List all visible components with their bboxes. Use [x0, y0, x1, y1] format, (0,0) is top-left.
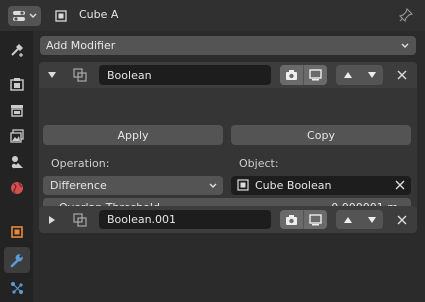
tab-world[interactable] — [4, 175, 30, 201]
properties-editor-icon — [13, 11, 25, 21]
move-up-button[interactable] — [336, 65, 359, 85]
viewport-toggle[interactable] — [304, 65, 327, 85]
particles-icon — [11, 282, 23, 294]
close-icon[interactable] — [397, 215, 407, 225]
move-down-button[interactable] — [360, 65, 383, 85]
viewport-toggle[interactable] — [304, 210, 327, 229]
move-up-button[interactable] — [336, 210, 359, 229]
move-down-button[interactable] — [360, 210, 383, 229]
properties-header: Cube A — [0, 0, 425, 31]
object-label: Object: — [239, 157, 279, 170]
tab-scene[interactable] — [4, 149, 30, 175]
copy-button[interactable]: Copy — [231, 125, 411, 145]
object-value: Cube Boolean — [255, 179, 332, 192]
render-toggle[interactable] — [280, 65, 303, 85]
add-modifier-label: Add Modifier — [46, 39, 116, 52]
tab-output[interactable] — [4, 97, 30, 123]
modifier-name-field[interactable]: Boolean.001 — [99, 210, 271, 229]
modifier-name: Boolean — [107, 68, 152, 82]
chevron-down-icon — [29, 13, 37, 18]
render-icon — [10, 78, 24, 91]
view-layer-icon — [10, 129, 24, 143]
triangle-down-icon — [367, 72, 376, 78]
move-buttons — [336, 65, 383, 85]
camera-icon — [286, 70, 297, 80]
object-field[interactable]: Cube Boolean — [231, 176, 411, 195]
apply-label: Apply — [117, 128, 149, 142]
monitor-icon — [309, 213, 322, 225]
modifier-panel-boolean: Boolean Apply Copy Operation: Object: Di… — [39, 62, 417, 227]
tab-object[interactable] — [4, 219, 30, 245]
tab-render[interactable] — [4, 71, 30, 97]
output-icon — [11, 105, 23, 117]
boolean-modifier-icon — [73, 213, 87, 227]
clear-object-icon[interactable] — [395, 180, 405, 190]
add-modifier-dropdown[interactable]: Add Modifier — [40, 36, 416, 55]
copy-label: Copy — [307, 128, 335, 142]
move-buttons — [336, 210, 383, 229]
object-name: Cube A — [79, 8, 119, 21]
operation-dropdown[interactable]: Difference — [43, 176, 223, 195]
close-icon[interactable] — [397, 70, 407, 80]
operation-label: Operation: — [51, 157, 110, 170]
tool-icon — [11, 44, 23, 57]
boolean-modifier-icon — [73, 68, 87, 82]
visibility-toggles — [280, 210, 327, 229]
pin-icon[interactable] — [399, 8, 413, 22]
modifier-properties-area: Add Modifier Boolean Apply Copy Operatio… — [33, 31, 425, 302]
editor-type-button[interactable] — [8, 6, 41, 26]
render-toggle[interactable] — [280, 210, 303, 229]
operation-value: Difference — [50, 179, 107, 192]
tab-view-layer[interactable] — [4, 123, 30, 149]
expand-arrow-icon[interactable] — [47, 215, 57, 225]
apply-button[interactable]: Apply — [43, 125, 223, 145]
object-icon — [11, 226, 23, 238]
chevron-down-icon — [401, 43, 409, 48]
tab-tool[interactable] — [4, 37, 30, 63]
object-icon — [55, 10, 67, 22]
modifier-panel-boolean-001: Boolean.001 — [39, 206, 417, 233]
modifier-name: Boolean.001 — [107, 213, 177, 226]
triangle-up-icon — [343, 216, 352, 223]
object-icon — [237, 179, 249, 191]
triangle-down-icon — [367, 216, 376, 223]
visibility-toggles — [280, 65, 327, 85]
properties-tabs-sidebar — [0, 31, 33, 302]
tab-modifiers[interactable] — [4, 247, 30, 273]
scene-icon — [11, 156, 23, 169]
tab-particles[interactable] — [4, 275, 30, 301]
modifier-name-field[interactable]: Boolean — [99, 65, 271, 85]
camera-icon — [286, 214, 297, 225]
modifier-wrench-icon — [10, 254, 23, 268]
chevron-down-icon — [209, 183, 217, 188]
collapse-arrow-icon[interactable] — [47, 70, 57, 80]
monitor-icon — [309, 69, 322, 81]
triangle-up-icon — [343, 72, 352, 78]
world-icon — [11, 182, 23, 194]
